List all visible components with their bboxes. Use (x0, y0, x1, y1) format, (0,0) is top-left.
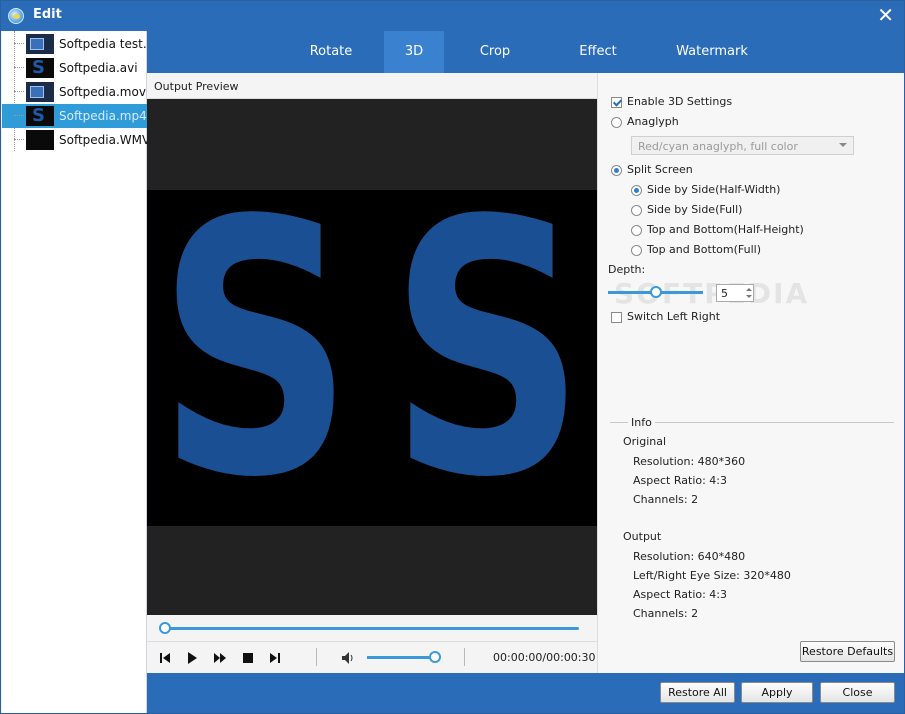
file-list: Softpedia test.... S Softpedia.avi Softp… (2, 31, 158, 713)
volume-icon[interactable] (340, 650, 356, 666)
original-channels: Channels: 2 (633, 493, 699, 506)
tree-branch (14, 91, 24, 92)
skip-back-icon[interactable] (157, 650, 173, 666)
skip-forward-icon[interactable] (267, 650, 283, 666)
title-bar: Edit ✕ (1, 1, 904, 31)
video-thumbnail (26, 82, 54, 102)
output-heading: Output (623, 530, 662, 543)
file-name: Softpedia.mp4 (59, 109, 147, 123)
depth-label: Depth: (608, 263, 646, 276)
tab-rotate[interactable]: Rotate (295, 31, 367, 73)
file-item[interactable]: Softpedia test.... (2, 32, 158, 56)
apply-button[interactable]: Apply (741, 682, 813, 703)
top-bottom-half-radio[interactable] (631, 225, 642, 236)
seek-handle[interactable] (159, 622, 171, 634)
seek-bar[interactable] (147, 615, 597, 641)
split-screen-label[interactable]: Split Screen (627, 163, 693, 176)
spinner-arrows-icon[interactable] (745, 285, 753, 301)
side-by-side-half-label[interactable]: Side by Side(Half-Width) (647, 183, 780, 196)
file-name: Softpedia.WMV (59, 133, 151, 147)
top-bottom-full-label[interactable]: Top and Bottom(Full) (647, 243, 761, 256)
play-icon[interactable] (184, 650, 200, 666)
volume-handle[interactable] (429, 651, 441, 663)
tree-branch (14, 115, 24, 116)
anaglyph-dropdown-value: Red/cyan anaglyph, full color (638, 140, 798, 153)
original-aspect: Aspect Ratio: 4:3 (633, 474, 728, 487)
file-item-selected[interactable]: S Softpedia.mp4 (2, 104, 147, 128)
tab-effect[interactable]: Effect (563, 31, 633, 73)
app-icon (8, 8, 24, 24)
output-aspect: Aspect Ratio: 4:3 (633, 588, 728, 601)
depth-handle[interactable] (650, 286, 662, 298)
switch-left-right-label[interactable]: Switch Left Right (627, 310, 720, 323)
frame-letter-left: S (157, 190, 354, 526)
depth-value: 5 (721, 287, 728, 300)
tab-watermark[interactable]: Watermark (667, 31, 757, 73)
video-preview: S S (147, 99, 597, 615)
3d-settings-panel: Enable 3D Settings Anaglyph Red/cyan ana… (597, 73, 904, 673)
original-resolution: Resolution: 480*360 (633, 455, 746, 468)
tab-bar: Rotate 3D Crop Effect Watermark (147, 31, 904, 73)
video-thumbnail (26, 34, 54, 54)
s-thumbnail: S (26, 58, 54, 78)
close-icon[interactable]: ✕ (877, 4, 894, 26)
video-frame: S S (147, 190, 597, 526)
edit-window: Edit ✕ Softpedia test.... S Softpedia.av… (0, 0, 905, 714)
tree-branch (14, 139, 24, 140)
frame-letter-right: S (389, 190, 586, 526)
top-bottom-half-label[interactable]: Top and Bottom(Half-Height) (647, 223, 804, 236)
stop-icon[interactable] (240, 650, 256, 666)
split-screen-radio[interactable] (611, 165, 622, 176)
s-thumbnail: S (26, 106, 54, 126)
restore-all-button[interactable]: Restore All (660, 682, 735, 703)
restore-defaults-button[interactable]: Restore Defaults (800, 641, 895, 662)
volume-slider[interactable] (367, 656, 435, 659)
divider (464, 648, 465, 666)
switch-left-right-checkbox[interactable] (611, 312, 622, 323)
chevron-down-icon (839, 143, 847, 147)
time-readout: 00:00:00/00:00:30 (493, 651, 596, 664)
preview-header: Output Preview (147, 73, 597, 99)
side-by-side-half-radio[interactable] (631, 185, 642, 196)
enable-3d-label[interactable]: Enable 3D Settings (627, 95, 732, 108)
top-bottom-full-radio[interactable] (631, 245, 642, 256)
file-name: Softpedia test.... (59, 37, 159, 51)
anaglyph-dropdown[interactable]: Red/cyan anaglyph, full color (631, 136, 854, 155)
anaglyph-label[interactable]: Anaglyph (627, 115, 679, 128)
side-by-side-full-radio[interactable] (631, 205, 642, 216)
bottom-bar: Restore All Apply Close (147, 673, 904, 713)
file-name: Softpedia.avi (59, 61, 138, 75)
info-title: Info (628, 416, 655, 429)
output-resolution: Resolution: 640*480 (633, 550, 746, 563)
window-title: Edit (33, 7, 62, 22)
divider (316, 648, 317, 666)
anaglyph-radio[interactable] (611, 117, 622, 128)
file-item[interactable]: Softpedia.WMV (2, 128, 151, 152)
tab-3d[interactable]: 3D (384, 31, 444, 73)
tree-branch (14, 67, 24, 68)
enable-3d-checkbox[interactable] (611, 97, 622, 108)
output-eye-size: Left/Right Eye Size: 320*480 (633, 569, 791, 582)
side-by-side-full-label[interactable]: Side by Side(Full) (647, 203, 742, 216)
close-button[interactable]: Close (820, 682, 895, 703)
preview-label: Output Preview (154, 80, 239, 93)
file-name: Softpedia.mov (59, 85, 146, 99)
playback-controls: 00:00:00/00:00:30 (147, 641, 597, 673)
seek-track[interactable] (165, 627, 579, 630)
file-item[interactable]: Softpedia.mov (2, 80, 147, 104)
fast-forward-icon[interactable] (212, 650, 228, 666)
tree-branch (14, 43, 24, 44)
file-item[interactable]: S Softpedia.avi (2, 56, 147, 80)
output-channels: Channels: 2 (633, 607, 699, 620)
tab-crop[interactable]: Crop (462, 31, 528, 73)
black-thumbnail (26, 130, 54, 150)
original-heading: Original (623, 435, 667, 448)
